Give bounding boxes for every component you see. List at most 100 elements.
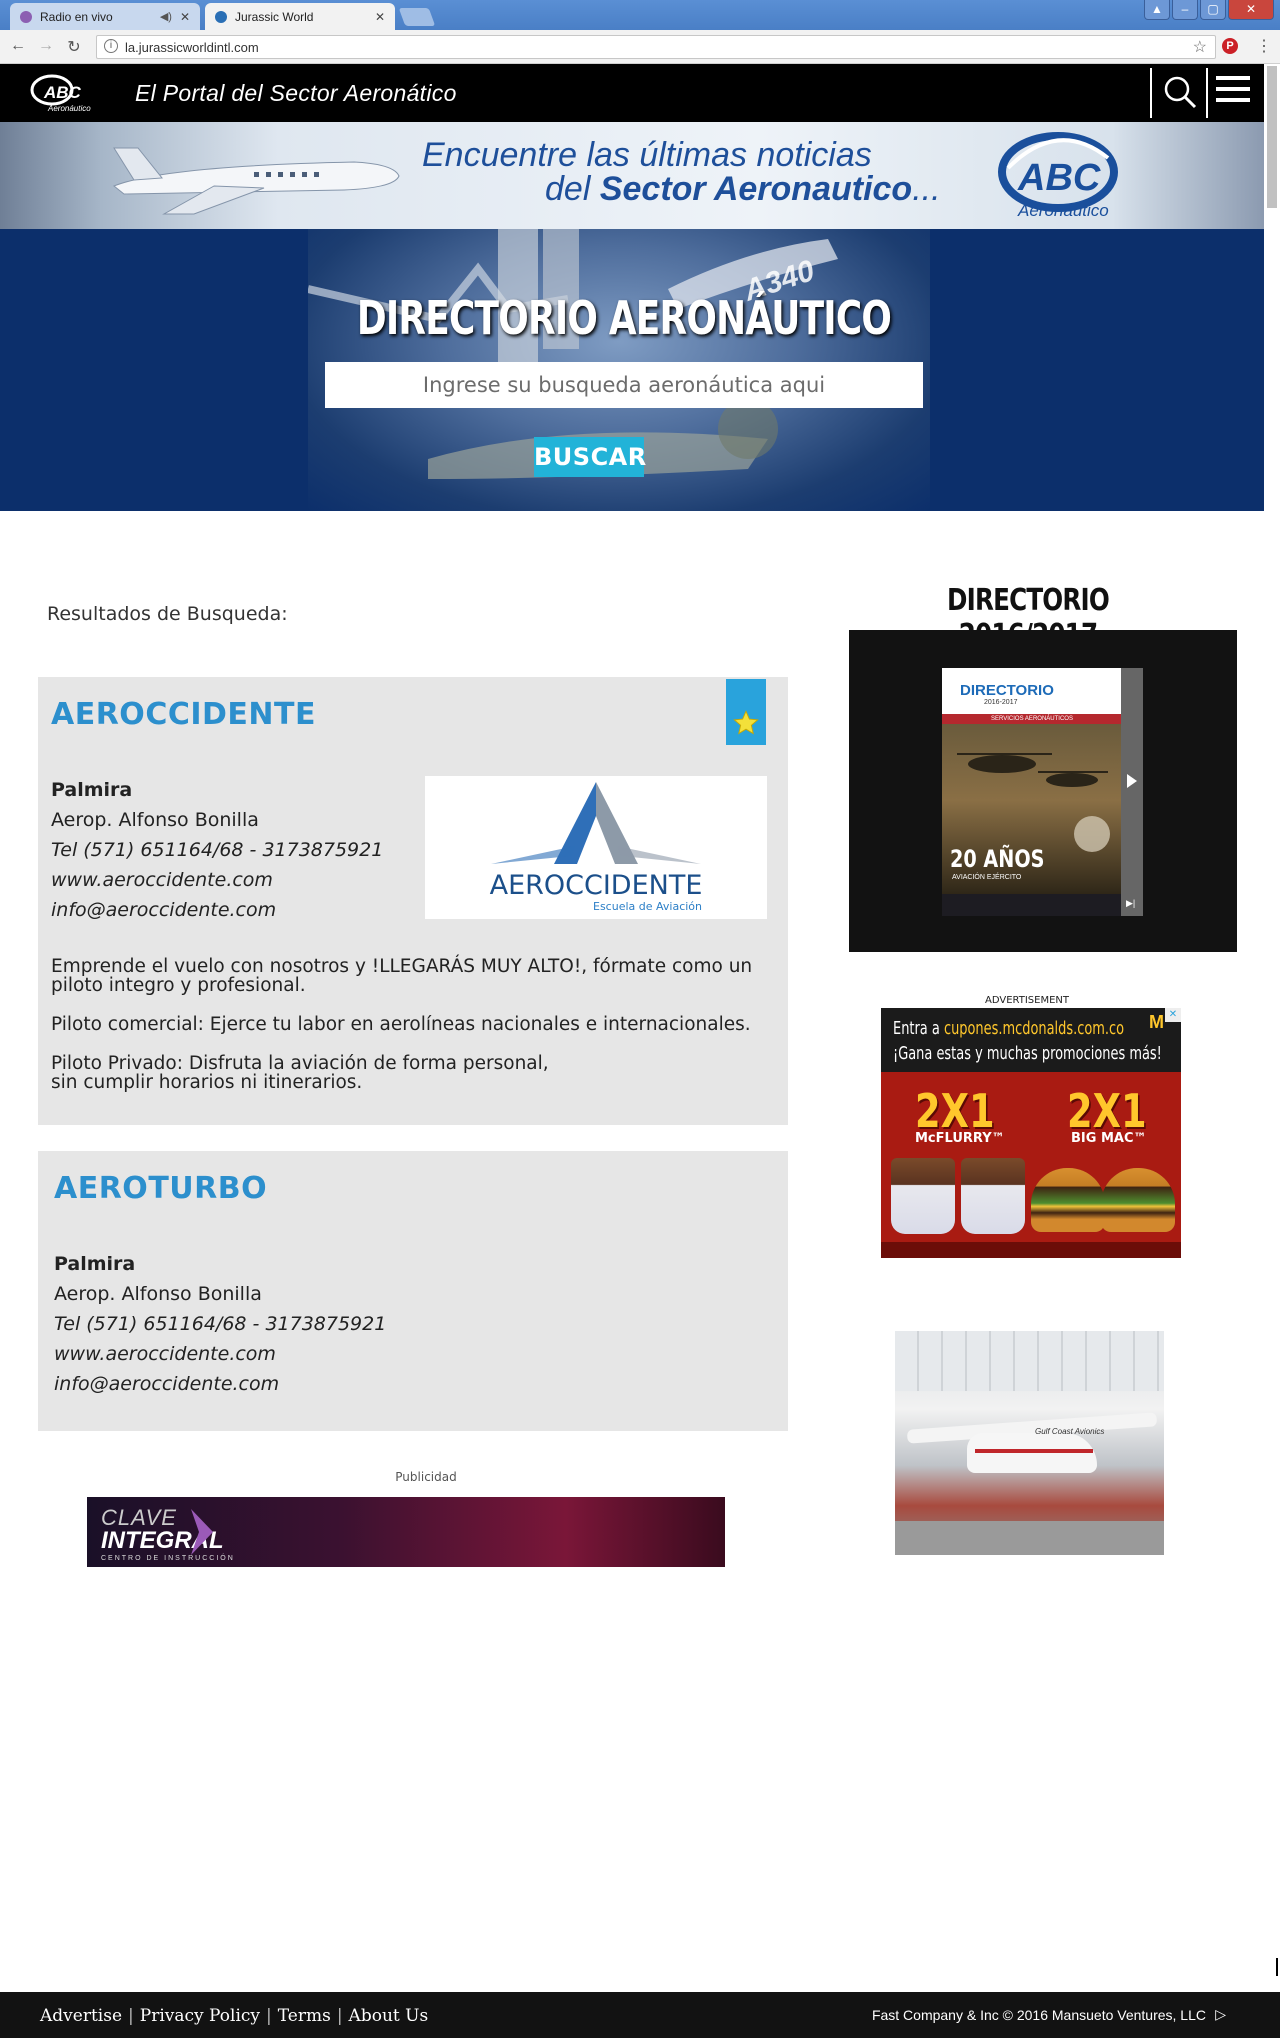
result-website[interactable]: www.aeroccidente.com	[54, 1339, 386, 1369]
promo-1: 2X1	[915, 1084, 995, 1138]
banner-logo-sub: Aeronáutico	[1017, 201, 1109, 220]
mcflurry-image	[891, 1158, 955, 1234]
result-email[interactable]: info@aeroccidente.com	[51, 895, 383, 925]
user-icon[interactable]: ▲	[1144, 0, 1170, 20]
vivaldi-icon	[20, 10, 32, 23]
promo-1-item: McFLURRY™	[915, 1131, 1005, 1146]
tab-radio-en-vivo[interactable]: Radio en vivo ◀) ✕	[10, 3, 200, 30]
promo-2: 2X1	[1067, 1084, 1147, 1138]
news-banner[interactable]: Encuentre las últimas noticias del Secto…	[0, 122, 1264, 229]
banner-prefix: del	[545, 170, 600, 208]
bookmark-star-icon[interactable]: ☆	[1193, 37, 1207, 57]
mcflurry-image	[961, 1158, 1025, 1234]
result-address: Aerop. Alfonso Bonilla	[51, 809, 259, 831]
search-button[interactable]: BUSCAR	[534, 437, 646, 477]
mcdonalds-logo-icon: M	[1149, 1012, 1164, 1032]
speaker-icon[interactable]: ◀)	[160, 10, 172, 23]
hangar-ad-image[interactable]: Gulf Coast Avionics	[895, 1331, 1164, 1555]
magazine-cover[interactable]: DIRECTORIO 2016-2017 SERVICIOS AERONÁUTI…	[942, 668, 1122, 916]
info-icon[interactable]: i	[104, 39, 118, 53]
site-header: ABC Aeronáutico El Portal del Sector Aer…	[0, 64, 1264, 122]
banner-bold: Sector Aeronautico	[599, 170, 913, 208]
new-tab-button[interactable]	[398, 8, 436, 26]
result-name[interactable]: AEROCCIDENTE	[51, 697, 316, 732]
close-window-button[interactable]: ✕	[1228, 0, 1274, 20]
page-scrollbar[interactable]	[1264, 64, 1280, 1992]
play-icon[interactable]: ▷	[1215, 2006, 1226, 2023]
reload-icon[interactable]: ↻	[64, 37, 84, 57]
magazine-headline: 20 AÑOS	[950, 845, 1045, 873]
description-paragraph: Piloto comercial: Ejerce tu labor en aer…	[51, 1014, 751, 1035]
footer-link-terms[interactable]: Terms	[278, 2006, 331, 2026]
result-name[interactable]: AEROTURBO	[54, 1171, 267, 1206]
flipbook-pager[interactable]: ▶|	[1121, 668, 1143, 916]
header-divider	[1206, 68, 1208, 118]
magazine-strip: SERVICIOS AERONÁUTICOS	[942, 714, 1122, 724]
result-contact: Palmira Aerop. Alfonso Bonilla Tel (571)…	[51, 775, 383, 925]
result-card: AEROTURBO Palmira Aerop. Alfonso Bonilla…	[38, 1151, 788, 1431]
tab-globe-icon	[215, 10, 227, 23]
hero-section: A340 DIRECTORIO AERONÁUTICO BUSCAR	[0, 229, 1264, 511]
ad-promo-subline: ¡Gana estas y muchas promociones más!	[893, 1043, 1162, 1064]
close-icon[interactable]: ✕	[180, 10, 190, 24]
ad-link[interactable]: cupones.mcdonalds.com.co	[944, 1018, 1124, 1039]
bigmac-image	[1101, 1168, 1175, 1232]
plane-body	[967, 1433, 1097, 1473]
minimize-button[interactable]: –	[1172, 0, 1198, 20]
result-logo-name: AEROCCIDENTE	[489, 870, 703, 901]
description-paragraph: Emprende el vuelo con nosotros y !LLEGAR…	[51, 956, 753, 996]
directory-search-input[interactable]	[325, 362, 923, 408]
hamburger-menu-icon[interactable]	[1216, 76, 1250, 106]
next-page-icon[interactable]	[1127, 774, 1137, 788]
footer-link-about[interactable]: About Us	[349, 2006, 429, 2026]
ad-prefix: Entra a	[893, 1018, 944, 1039]
hangar-floor	[895, 1521, 1164, 1555]
result-city: Palmira	[51, 779, 133, 801]
bigmac-image	[1031, 1168, 1105, 1232]
result-website[interactable]: www.aeroccidente.com	[51, 865, 383, 895]
result-logo: AEROCCIDENTE Escuela de Aviación	[425, 776, 767, 919]
back-icon[interactable]: ←	[8, 37, 28, 55]
banner-suffix: ...	[912, 170, 941, 208]
footer-link-privacy[interactable]: Privacy Policy	[140, 2006, 260, 2026]
scrollbar-thumb[interactable]	[1267, 66, 1277, 208]
magazine-subline: AVIACIÓN EJÉRCITO	[952, 874, 1022, 881]
footer-link-advertise[interactable]: Advertise	[40, 2006, 122, 2026]
ad-header: Entra a cupones.mcdonalds.com.co ¡Gana e…	[881, 1008, 1181, 1072]
forward-icon[interactable]: →	[36, 37, 56, 55]
url-field[interactable]: i la.jurassicworldintl.com ☆	[96, 35, 1216, 59]
close-icon[interactable]: ✕	[375, 10, 385, 24]
result-logo-sub: Escuela de Aviación	[593, 900, 703, 913]
tab-jurassic-world[interactable]: Jurassic World ✕	[205, 3, 395, 30]
last-page-icon[interactable]: ▶|	[1126, 898, 1135, 909]
tab-label: Jurassic World	[235, 9, 314, 24]
pinterest-icon[interactable]: P	[1222, 38, 1238, 54]
menu-dots-icon[interactable]: ⋮	[1256, 36, 1272, 56]
results-heading: Resultados de Busqueda:	[47, 603, 288, 625]
featured-badge	[726, 679, 766, 745]
magazine-footer	[942, 894, 1122, 916]
maximize-button[interactable]: ▢	[1200, 0, 1226, 20]
logo-sub: Aeronáutico	[47, 104, 91, 113]
hangar-sign: Gulf Coast Avionics	[1035, 1427, 1105, 1436]
result-description: Emprende el vuelo con nosotros y !LLEGAR…	[51, 957, 773, 1112]
result-email[interactable]: info@aeroccidente.com	[54, 1369, 386, 1399]
header-divider	[1150, 68, 1152, 118]
hero-title: DIRECTORIO AERONÁUTICO	[356, 291, 892, 345]
address-bar: ← → ↻ i la.jurassicworldintl.com ☆ P ⋮	[0, 30, 1280, 64]
promo-2-item: BIG MAC™	[1071, 1131, 1147, 1146]
clave-integral-ad-banner[interactable]: CLAVE INTEGRAL CENTRO DE INSTRUCCIÓN	[87, 1497, 725, 1567]
mcdonalds-ad[interactable]: Entra a cupones.mcdonalds.com.co ¡Gana e…	[881, 1008, 1181, 1258]
directory-flipbook[interactable]: DIRECTORIO 2016-2017 SERVICIOS AERONÁUTI…	[849, 630, 1237, 952]
magazine-years: 2016-2017	[984, 699, 1018, 706]
site-footer: Advertise | Privacy Policy | Terms | About Us …	[0, 1992, 1280, 2038]
link-separator: |	[128, 2006, 134, 2026]
site-logo[interactable]: ABC Aeronáutico	[26, 70, 98, 116]
advertisement-label: ADVERTISEMENT	[985, 995, 1070, 1006]
ad-close-icon[interactable]: ✕	[1165, 1008, 1181, 1022]
search-icon[interactable]	[1162, 74, 1198, 110]
result-city: Palmira	[54, 1253, 136, 1275]
airplane-image	[113, 147, 400, 215]
window-controls: ▲ – ▢ ✕	[1144, 0, 1274, 20]
ad-fine-print	[881, 1242, 1181, 1258]
